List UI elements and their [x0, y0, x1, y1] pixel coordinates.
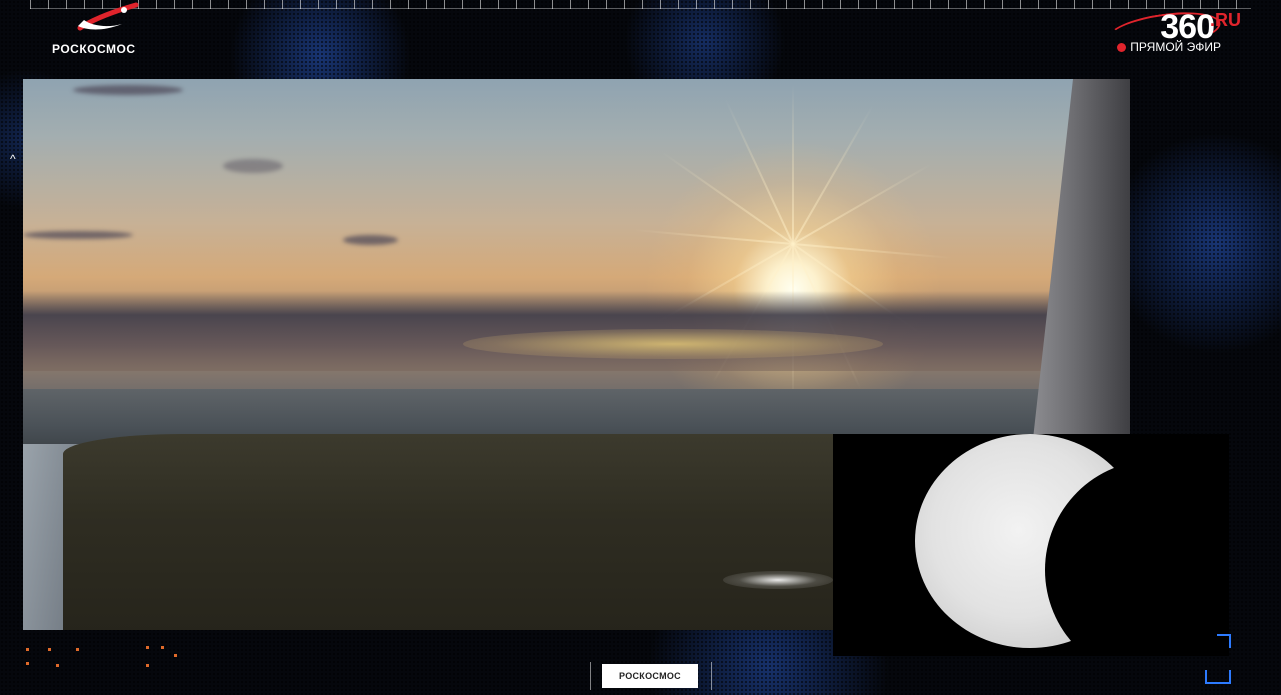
bottom-tab-roscosmos[interactable]: РОСКОСМОС	[602, 664, 698, 688]
roscosmos-brand: РОСКОСМОС	[52, 2, 172, 58]
roscosmos-logo-icon	[77, 2, 139, 31]
cloud	[343, 235, 398, 245]
channel-suffix: .RU	[1210, 10, 1241, 30]
decorative-dots	[26, 646, 186, 670]
water-glint	[723, 571, 833, 589]
eclipse-inset-feed[interactable]	[833, 434, 1229, 656]
live-label: ПРЯМОЙ ЭФИР	[1130, 40, 1221, 54]
cloud	[23, 231, 133, 239]
corner-bracket	[1217, 634, 1231, 648]
cloud	[73, 85, 183, 95]
brand-name: РОСКОСМОС	[52, 42, 136, 56]
live-dot-icon	[1117, 42, 1127, 52]
live-indicator: ПРЯМОЙ ЭФИР	[1117, 40, 1221, 54]
sun-rays	[633, 84, 953, 404]
cloud	[223, 159, 283, 173]
sunlit-cloud	[463, 329, 883, 359]
top-ruler	[30, 0, 1251, 9]
chevron-up-icon[interactable]: ^	[10, 152, 16, 166]
corner-bracket	[1205, 670, 1219, 684]
corner-bracket	[1217, 670, 1231, 684]
